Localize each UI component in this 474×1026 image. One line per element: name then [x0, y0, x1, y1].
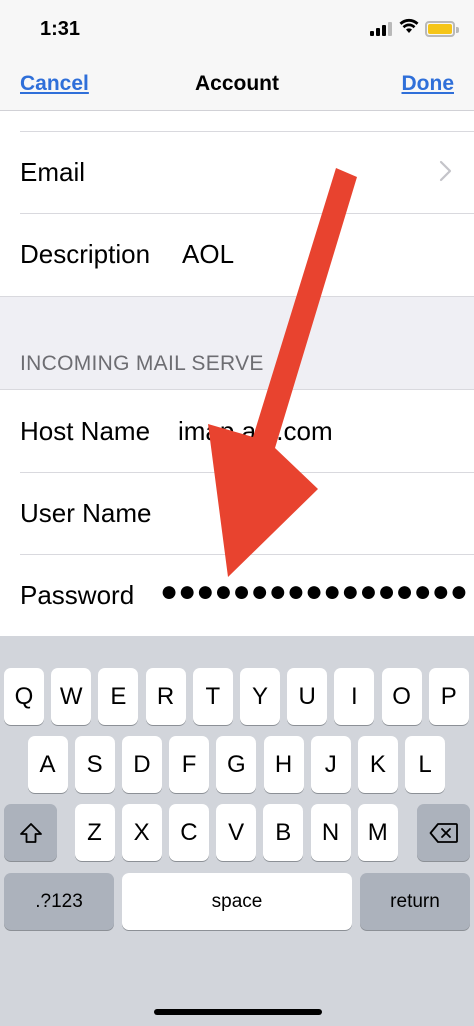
- top-row-remnant: [0, 112, 474, 132]
- status-bar: 1:31: [0, 0, 474, 60]
- shift-key[interactable]: [4, 804, 57, 861]
- key-t[interactable]: T: [192, 668, 233, 725]
- key-i[interactable]: I: [334, 668, 375, 725]
- return-key[interactable]: return: [360, 873, 470, 930]
- host-name-label: Host Name: [20, 416, 151, 446]
- incoming-mail-server-header: INCOMING MAIL SERVE: [20, 352, 264, 375]
- password-row[interactable]: Password ●●●●●●●●●●●●●●●●●: [0, 555, 474, 637]
- user-name-row[interactable]: User Name: [0, 473, 474, 555]
- email-label: Email: [20, 157, 86, 187]
- key-h[interactable]: H: [263, 736, 304, 793]
- key-v[interactable]: V: [216, 804, 257, 861]
- keyboard: QWERTYUIOP ASDFGHJKL ZXCVBNM .?123 space…: [0, 636, 474, 1026]
- key-m[interactable]: M: [357, 804, 398, 861]
- key-l[interactable]: L: [405, 736, 446, 793]
- key-s[interactable]: S: [74, 736, 115, 793]
- key-j[interactable]: J: [310, 736, 351, 793]
- key-w[interactable]: W: [51, 668, 92, 725]
- shift-icon: [19, 822, 42, 843]
- key-o[interactable]: O: [381, 668, 422, 725]
- key-x[interactable]: X: [121, 804, 162, 861]
- password-label: Password: [20, 580, 135, 610]
- wifi-icon: [399, 18, 419, 33]
- status-time: 1:31: [40, 18, 81, 40]
- space-key[interactable]: space: [122, 873, 352, 930]
- key-c[interactable]: C: [168, 804, 209, 861]
- key-e[interactable]: E: [98, 668, 139, 725]
- password-field[interactable]: ●●●●●●●●●●●●●●●●●: [160, 575, 468, 609]
- numbers-key[interactable]: .?123: [4, 873, 114, 930]
- host-name-row[interactable]: Host Name imap.aol.com: [0, 391, 474, 473]
- host-name-field[interactable]: imap.aol.com: [178, 416, 333, 447]
- key-g[interactable]: G: [216, 736, 257, 793]
- key-z[interactable]: Z: [74, 804, 115, 861]
- description-label: Description: [20, 239, 151, 269]
- cellular-signal-icon: [370, 22, 392, 36]
- delete-key[interactable]: [417, 804, 470, 861]
- key-d[interactable]: D: [121, 736, 162, 793]
- key-r[interactable]: R: [145, 668, 186, 725]
- navigation-bar: Cancel Account Done: [0, 60, 474, 111]
- home-indicator: [154, 1009, 322, 1015]
- chevron-right-icon: [439, 160, 452, 182]
- key-n[interactable]: N: [310, 804, 351, 861]
- user-name-label: User Name: [20, 498, 152, 528]
- key-q[interactable]: Q: [4, 668, 44, 725]
- key-a[interactable]: A: [27, 736, 68, 793]
- done-button[interactable]: Done: [402, 72, 455, 96]
- description-field[interactable]: AOL: [182, 239, 234, 270]
- description-row[interactable]: Description AOL: [0, 214, 474, 296]
- backspace-icon: [429, 822, 458, 843]
- email-row[interactable]: Email: [0, 132, 474, 214]
- key-f[interactable]: F: [169, 736, 210, 793]
- key-k[interactable]: K: [357, 736, 398, 793]
- key-p[interactable]: P: [428, 668, 469, 725]
- battery-icon: [425, 21, 459, 37]
- key-y[interactable]: Y: [240, 668, 280, 725]
- key-u[interactable]: U: [287, 668, 328, 725]
- key-b[interactable]: B: [263, 804, 304, 861]
